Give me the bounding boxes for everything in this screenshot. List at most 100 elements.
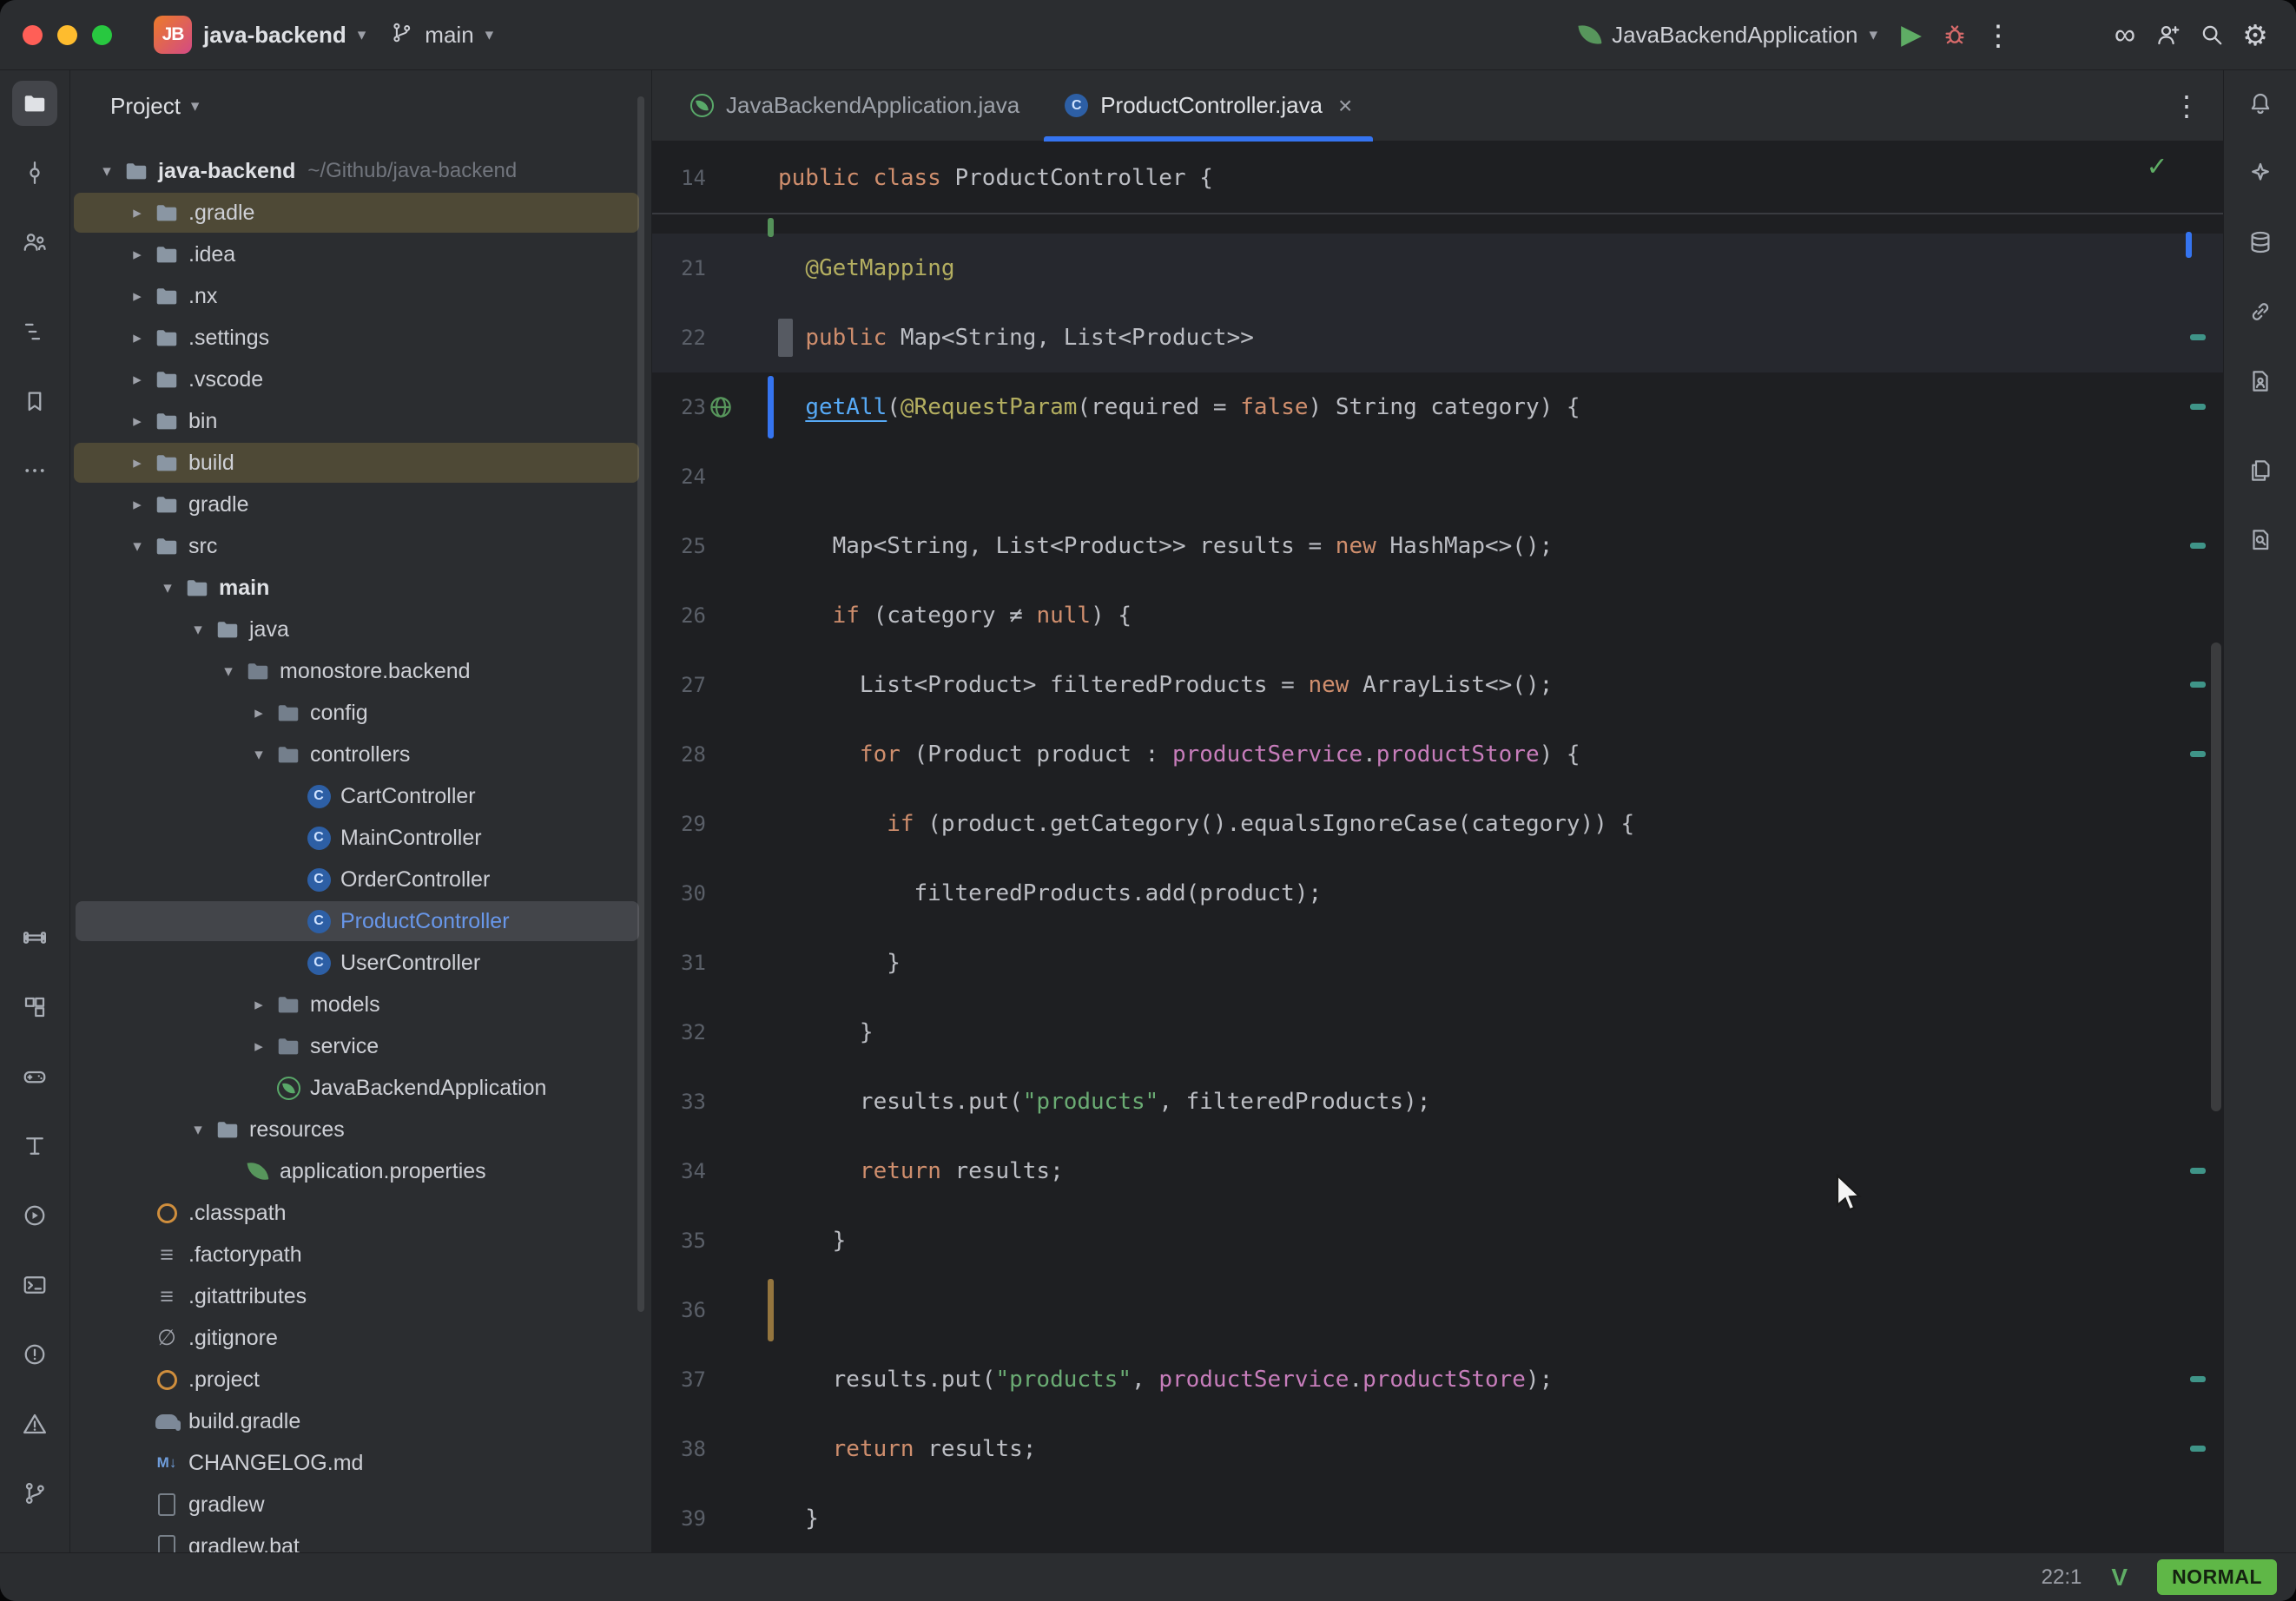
analysis-mark[interactable] xyxy=(2190,334,2206,340)
tree-item-gradlew[interactable]: gradlew xyxy=(70,1484,651,1525)
add-user-icon[interactable] xyxy=(2147,13,2190,56)
documentation-icon[interactable] xyxy=(2238,448,2283,493)
debug-button[interactable] xyxy=(1933,13,1976,56)
tree-item-application.properties[interactable]: application.properties xyxy=(70,1150,651,1192)
code-line-23[interactable]: 23 getAll(@RequestParam(required = false… xyxy=(652,372,2223,442)
analysis-mark[interactable] xyxy=(2190,1376,2206,1382)
code-line-22[interactable]: 22 public Map<String, List<Product>> xyxy=(652,303,2223,372)
tree-item-main[interactable]: ▾main xyxy=(70,567,651,609)
tree-item-.factorypath[interactable]: ≡.factorypath xyxy=(70,1234,651,1275)
chevron-collapsed-icon[interactable]: ▸ xyxy=(122,412,152,432)
database-icon[interactable] xyxy=(2238,220,2283,265)
ai-assistant-icon[interactable]: ∞ xyxy=(2103,13,2147,56)
code-line-32[interactable]: 32 } xyxy=(652,998,2223,1067)
project-panel-header[interactable]: Project ▾ xyxy=(70,70,651,142)
profiler-icon[interactable] xyxy=(12,1123,57,1169)
ai-assistant-icon[interactable] xyxy=(2238,150,2283,195)
tree-item-.settings[interactable]: ▸.settings xyxy=(70,317,651,359)
tree-item-JavaBackendApplication[interactable]: JavaBackendApplication xyxy=(70,1067,651,1109)
chevron-collapsed-icon[interactable]: ▸ xyxy=(122,287,152,306)
tree-item-gradlew.bat[interactable]: gradlew.bat xyxy=(70,1525,651,1552)
chevron-expanded-icon[interactable]: ▾ xyxy=(92,161,122,181)
code-line-39[interactable]: 39 } xyxy=(652,1484,2223,1552)
warnings-icon[interactable] xyxy=(12,1401,57,1446)
code-line-28[interactable]: 28 for (Product product : productService… xyxy=(652,720,2223,789)
vim-icon[interactable]: V xyxy=(2111,1564,2128,1591)
more-actions-button[interactable]: ⋮ xyxy=(1976,13,2020,56)
dependencies-icon[interactable] xyxy=(2238,289,2283,334)
caret-position[interactable]: 22:1 xyxy=(2042,1565,2082,1590)
tree-scrollbar[interactable] xyxy=(637,96,644,1312)
tree-item-.classpath[interactable]: .classpath xyxy=(70,1192,651,1234)
pull-requests-icon[interactable] xyxy=(12,220,57,265)
tree-item-bin[interactable]: ▸bin xyxy=(70,400,651,442)
build-icon[interactable] xyxy=(12,915,57,960)
tab-ProductController.java[interactable]: CProductController.java× xyxy=(1042,70,1375,142)
tree-item-resources[interactable]: ▾resources xyxy=(70,1109,651,1150)
project-icon[interactable] xyxy=(12,81,57,126)
editor-scrollbar[interactable] xyxy=(2211,642,2221,1111)
code-line-30[interactable]: 30 filteredProducts.add(product); xyxy=(652,859,2223,928)
commit-icon[interactable] xyxy=(12,150,57,195)
tree-item-.gitignore[interactable]: ∅.gitignore xyxy=(70,1317,651,1359)
tree-item-service[interactable]: ▸service xyxy=(70,1025,651,1067)
tree-item-models[interactable]: ▸models xyxy=(70,984,651,1025)
tree-item-gradle[interactable]: ▸gradle xyxy=(70,484,651,525)
more-tools-icon[interactable] xyxy=(12,448,57,493)
tree-item-.vscode[interactable]: ▸.vscode xyxy=(70,359,651,400)
notifications-icon[interactable] xyxy=(2238,81,2283,126)
code-line-26[interactable]: 26 if (category ≠ null) { xyxy=(652,581,2223,650)
code-line-35[interactable]: 35 } xyxy=(652,1206,2223,1275)
sticky-line[interactable]: 14public class ProductController { xyxy=(652,142,2223,214)
terminal-icon[interactable] xyxy=(12,1262,57,1308)
branch-widget[interactable]: main ▾ xyxy=(378,14,505,56)
code-line-31[interactable]: 31 } xyxy=(652,928,2223,998)
tree-item-CartController[interactable]: CCartController xyxy=(70,775,651,817)
chevron-collapsed-icon[interactable]: ▸ xyxy=(122,453,152,473)
modules-icon[interactable] xyxy=(12,985,57,1030)
vim-mode-badge[interactable]: NORMAL xyxy=(2157,1559,2277,1595)
chevron-expanded-icon[interactable]: ▾ xyxy=(153,578,182,598)
code-line-33[interactable]: 33 results.put("products", filteredProdu… xyxy=(652,1067,2223,1137)
tree-item-.idea[interactable]: ▸.idea xyxy=(70,234,651,275)
run-config-widget[interactable]: JavaBackendApplication ▾ xyxy=(1567,15,1890,56)
structure-icon[interactable] xyxy=(12,309,57,354)
inspections-ok-icon[interactable]: ✓ xyxy=(2148,148,2166,183)
tree-item-controllers[interactable]: ▾controllers xyxy=(70,734,651,775)
tree-item-src[interactable]: ▾src xyxy=(70,525,651,567)
code-line-21[interactable]: 21 @GetMapping xyxy=(652,234,2223,303)
chevron-expanded-icon[interactable]: ▾ xyxy=(244,745,274,765)
zoom-button[interactable] xyxy=(92,25,112,45)
chevron-expanded-icon[interactable]: ▾ xyxy=(183,1120,213,1140)
problems-icon[interactable] xyxy=(12,1332,57,1377)
search-icon[interactable] xyxy=(2190,13,2233,56)
tree-item-.gradle[interactable]: ▸.gradle xyxy=(70,192,651,234)
code-line-38[interactable]: 38 return results; xyxy=(652,1414,2223,1484)
run-button[interactable]: ▶ xyxy=(1890,13,1933,56)
chevron-collapsed-icon[interactable]: ▸ xyxy=(122,370,152,390)
find-icon[interactable] xyxy=(2238,517,2283,563)
code-line-25[interactable]: 25 Map<String, List<Product>> results = … xyxy=(652,511,2223,581)
chevron-collapsed-icon[interactable]: ▸ xyxy=(244,703,274,723)
tree-item-java[interactable]: ▾java xyxy=(70,609,651,650)
tree-item-java-backend[interactable]: ▾java-backend~/Github/java-backend xyxy=(70,150,651,192)
tree-item-ProductController[interactable]: CProductController xyxy=(70,900,651,942)
code-line-36[interactable]: 36 xyxy=(652,1275,2223,1345)
tree-item-.project[interactable]: .project xyxy=(70,1359,651,1400)
tab-options-icon[interactable]: ⋮ xyxy=(2173,89,2200,122)
endpoint-globe-icon[interactable] xyxy=(708,394,734,426)
settings-gear-icon[interactable]: ⚙ xyxy=(2233,13,2277,56)
bookmarks-icon[interactable] xyxy=(12,379,57,424)
chevron-expanded-icon[interactable]: ▾ xyxy=(122,537,152,557)
tree-item-config[interactable]: ▸config xyxy=(70,692,651,734)
services-icon[interactable] xyxy=(12,1193,57,1238)
minimize-button[interactable] xyxy=(57,25,77,45)
project-widget[interactable]: JB java-backend ▾ xyxy=(142,9,378,61)
code-line-37[interactable]: 37 results.put("products", productServic… xyxy=(652,1345,2223,1414)
tree-item-.gitattributes[interactable]: ≡.gitattributes xyxy=(70,1275,651,1317)
chevron-collapsed-icon[interactable]: ▸ xyxy=(122,328,152,348)
endpoints-icon[interactable] xyxy=(2238,359,2283,404)
chevron-collapsed-icon[interactable]: ▸ xyxy=(244,995,274,1015)
analysis-mark[interactable] xyxy=(2190,543,2206,549)
playground-icon[interactable] xyxy=(12,1054,57,1099)
